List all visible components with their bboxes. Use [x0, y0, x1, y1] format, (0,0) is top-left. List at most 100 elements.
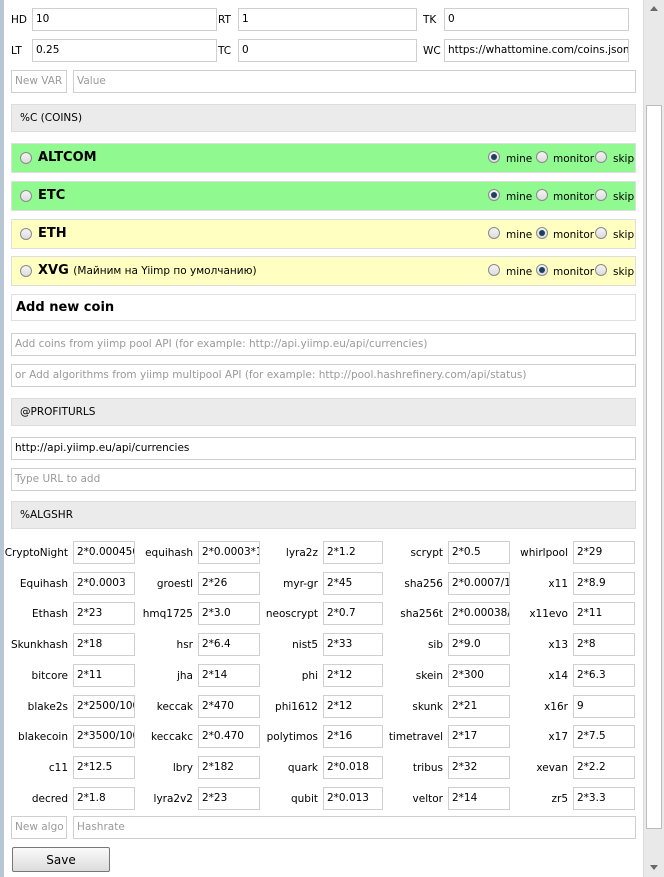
- yiimp-api-input[interactable]: Add coins from yiimp pool API (for examp…: [11, 333, 636, 356]
- algo-label-timetravel: timetravel: [388, 731, 443, 744]
- coin-select-radio-eth[interactable]: [20, 228, 32, 240]
- algo-label-myr-gr: myr-gr: [283, 577, 318, 590]
- algo-label-skunkhash: Skunkhash: [10, 639, 68, 652]
- coin-name-text: ETC: [38, 188, 66, 203]
- algo-label-xevan: xevan: [536, 761, 568, 774]
- algo-label-polytimos: polytimos: [266, 731, 318, 744]
- algo-input-x11[interactable]: 2*8.9: [573, 571, 635, 595]
- algshr-section-header: %ALGSHR: [11, 501, 636, 529]
- profit-url-add-input[interactable]: Type URL to add: [11, 468, 636, 491]
- algo-label-lbry: lbry: [172, 761, 193, 774]
- var-input-tc[interactable]: 0: [238, 39, 417, 62]
- algo-label-equihash: Equihash: [19, 577, 68, 590]
- algo-label-hsr: hsr: [176, 639, 193, 652]
- algo-input-xevan[interactable]: 2*2.2: [573, 755, 635, 779]
- coin-select-radio-etc[interactable]: [20, 190, 32, 202]
- coin-eth-monitor-label: monitor: [553, 229, 595, 241]
- algo-label-x11: x11: [548, 577, 568, 590]
- algo-input-zr5[interactable]: 2*3.3: [573, 786, 635, 810]
- coin-altcom-monitor-label: monitor: [553, 153, 595, 165]
- coin-name-text: ALTCOM: [38, 150, 97, 165]
- algo-label-scrypt: scrypt: [410, 547, 443, 559]
- coin-etc-monitor-label: monitor: [553, 191, 595, 203]
- algo-input-x14[interactable]: 2*6.3: [573, 663, 635, 687]
- algo-label-bitcore: bitcore: [31, 669, 68, 682]
- scroll-up-icon[interactable]: [650, 6, 658, 11]
- algo-label-phi: phi: [301, 669, 318, 682]
- coin-eth-mine-label: mine: [506, 229, 533, 241]
- coin-select-radio-xvg[interactable]: [20, 265, 32, 277]
- add-coin-title: Add new coin: [11, 294, 636, 321]
- coin-select-radio-altcom[interactable]: [20, 152, 32, 164]
- coin-etc-skip-radio[interactable]: [595, 189, 607, 201]
- new-var-name-input[interactable]: New VAR: [11, 70, 67, 93]
- coin-xvg-monitor-radio[interactable]: [536, 264, 548, 276]
- coins-section-header: %C (COINS): [11, 104, 636, 132]
- algo-label-x13: x13: [548, 639, 568, 652]
- coin-row-eth: ETH mine monitor skip: [11, 219, 636, 249]
- var-input-hd[interactable]: 10: [32, 8, 217, 31]
- var-label-rt: RT: [218, 14, 231, 26]
- var-input-tk[interactable]: 0: [444, 8, 629, 31]
- algo-input-x11evo[interactable]: 2*11: [573, 602, 635, 626]
- profiturls-section-header: @PROFITURLS: [11, 398, 636, 426]
- coin-row-altcom: ALTCOM mine monitor skip: [11, 143, 636, 173]
- var-label-tk: TK: [423, 14, 437, 26]
- coin-xvg-skip-label: skip: [613, 266, 635, 278]
- algo-label-x16r: x16r: [544, 700, 568, 713]
- algo-input-x17[interactable]: 2*7.5: [573, 725, 635, 749]
- algo-label-equihash: equihash: [145, 547, 193, 559]
- coin-eth-monitor-radio[interactable]: [536, 227, 548, 239]
- algo-label-keccakc: keccakc: [151, 731, 193, 744]
- coin-eth-mine-radio[interactable]: [488, 227, 500, 239]
- algo-label-whirlpool: whirlpool: [520, 547, 568, 559]
- coin-row-xvg: XVG (Майним на Yiimp по умолчанию) mine mo…: [11, 256, 636, 286]
- var-input-wc[interactable]: https://whattomine.com/coins.json: [444, 39, 629, 62]
- algo-label-blakecoin: blakecoin: [18, 731, 68, 744]
- algo-label-sib: sib: [427, 639, 443, 652]
- coin-name-eth: ETH: [38, 226, 67, 241]
- coin-etc-mine-radio[interactable]: [488, 189, 500, 201]
- profit-url-input[interactable]: http://api.yiimp.eu/api/currencies: [11, 437, 636, 460]
- coin-xvg-skip-radio[interactable]: [595, 264, 607, 276]
- algo-label-ethash: Ethash: [32, 608, 68, 621]
- algo-label-hmq1725: hmq1725: [142, 608, 193, 621]
- algo-label-zr5: zr5: [551, 792, 568, 805]
- coin-xvg-mine-label: mine: [506, 266, 533, 278]
- algo-label-quark: quark: [287, 761, 318, 774]
- algo-input-x13[interactable]: 2*8: [573, 633, 635, 657]
- coin-eth-skip-label: skip: [613, 229, 635, 241]
- coin-xvg-mine-radio[interactable]: [488, 264, 500, 276]
- algo-label-x11evo: x11evo: [529, 608, 568, 621]
- hashrate-input[interactable]: Hashrate: [73, 816, 636, 839]
- algo-label-qubit: qubit: [290, 792, 318, 805]
- new-var-value-input[interactable]: Value: [73, 70, 636, 93]
- algo-label-neoscrypt: neoscrypt: [265, 608, 318, 621]
- coin-eth-skip-radio[interactable]: [595, 227, 607, 239]
- coin-altcom-monitor-radio[interactable]: [536, 151, 548, 163]
- new-algo-input[interactable]: New algo: [11, 816, 67, 839]
- var-label-hd: HD: [11, 14, 27, 26]
- algo-label-lyra2z: lyra2z: [285, 547, 318, 559]
- coin-altcom-mine-radio[interactable]: [488, 151, 500, 163]
- algo-label-keccak: keccak: [156, 700, 193, 713]
- algo-input-whirlpool[interactable]: 2*29: [573, 541, 635, 564]
- algo-label-blake2s: blake2s: [27, 700, 68, 713]
- coin-altcom-skip-radio[interactable]: [595, 151, 607, 163]
- algo-input-x16r[interactable]: 9: [573, 694, 635, 718]
- scrollbar[interactable]: [643, 0, 664, 877]
- coin-altcom-mine-label: mine: [506, 153, 533, 165]
- algo-label-skein: skein: [415, 669, 443, 682]
- algo-label-sha256: sha256: [404, 577, 443, 590]
- config-page: HD 10 RT 1 TK 0 LT 0.25 TC 0 WC https://whattomine.…: [0, 0, 643, 877]
- save-button[interactable]: Save: [12, 847, 110, 872]
- algo-label-jha: jha: [176, 669, 193, 682]
- algo-label-nist5: nist5: [292, 639, 318, 652]
- var-input-lt[interactable]: 0.25: [32, 39, 217, 62]
- coin-xvg-monitor-label: monitor: [553, 266, 595, 278]
- coin-etc-monitor-radio[interactable]: [536, 189, 548, 201]
- scroll-thumb[interactable]: [646, 105, 662, 829]
- var-input-rt[interactable]: 1: [238, 8, 417, 31]
- scroll-down-icon[interactable]: [650, 865, 658, 870]
- multipool-api-input[interactable]: or Add algorithms from yiimp multipool A…: [11, 364, 636, 387]
